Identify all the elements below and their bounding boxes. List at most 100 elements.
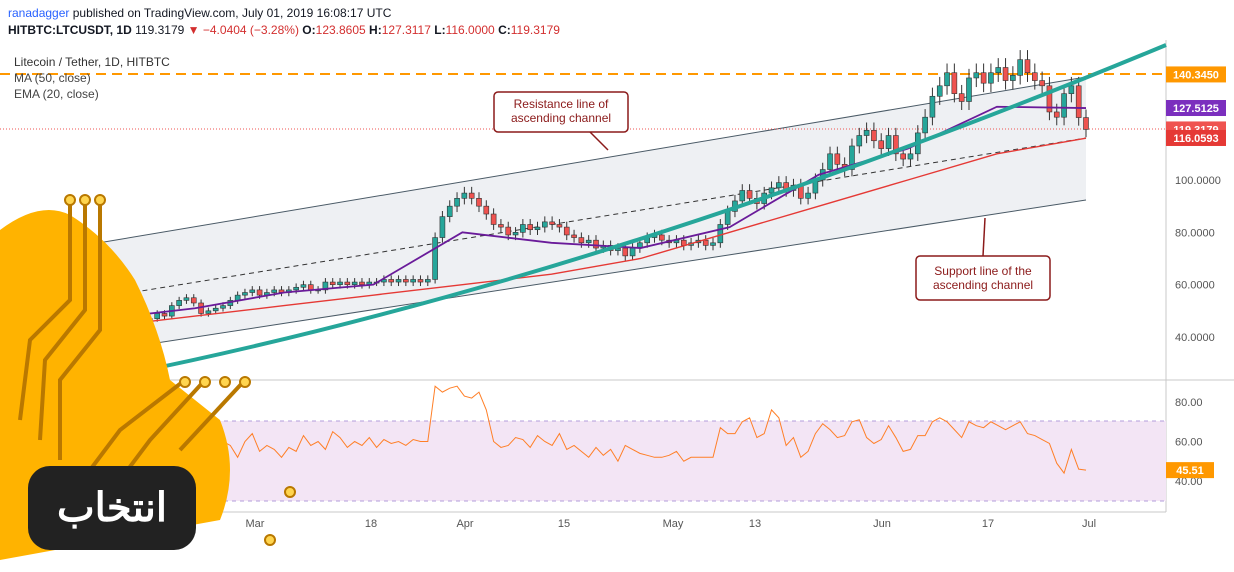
support-annotation-line2: ascending channel bbox=[933, 278, 1033, 292]
candle bbox=[1083, 117, 1089, 130]
candle bbox=[995, 67, 1002, 74]
candle bbox=[1032, 72, 1038, 81]
legend-ema: EMA (20, close) bbox=[14, 87, 99, 101]
candle bbox=[183, 297, 190, 301]
candle bbox=[1053, 111, 1060, 118]
x-tick-label: Jul bbox=[1082, 518, 1096, 530]
candle bbox=[710, 242, 716, 246]
candle bbox=[856, 135, 863, 147]
candle bbox=[410, 279, 416, 283]
candle bbox=[827, 153, 833, 170]
candle bbox=[549, 221, 555, 225]
logo-text: انتخاب bbox=[57, 486, 167, 530]
candle bbox=[563, 226, 570, 236]
candle bbox=[702, 239, 709, 246]
candle bbox=[936, 85, 943, 97]
candle bbox=[739, 190, 746, 202]
candle bbox=[1061, 93, 1067, 118]
candle bbox=[476, 198, 482, 207]
candle bbox=[220, 305, 226, 309]
x-tick-label: 15 bbox=[558, 518, 570, 530]
rsi-badge-label: 45.51 bbox=[1176, 465, 1204, 477]
candle bbox=[1039, 80, 1045, 87]
candle bbox=[424, 279, 431, 283]
candle bbox=[359, 281, 365, 285]
candle bbox=[542, 221, 548, 228]
x-tick-label: 17 bbox=[982, 518, 994, 530]
candle bbox=[351, 281, 358, 285]
x-tick-label: May bbox=[663, 518, 684, 530]
candle bbox=[337, 281, 343, 285]
legend-ma: MA (50, close) bbox=[14, 71, 91, 85]
candle bbox=[871, 129, 877, 142]
support-annotation-line1: Support line of the bbox=[934, 264, 1032, 278]
support-annotation: Support line of the ascending channel bbox=[915, 217, 1051, 301]
candle bbox=[293, 286, 299, 291]
y-tick-label: 40.0000 bbox=[1175, 332, 1215, 344]
candle bbox=[307, 284, 314, 291]
candle bbox=[863, 129, 870, 136]
y-tick-label: 60.0000 bbox=[1175, 280, 1215, 292]
candle bbox=[242, 292, 248, 296]
candle bbox=[988, 72, 994, 84]
candle bbox=[958, 93, 965, 102]
candle bbox=[300, 284, 307, 288]
candle bbox=[490, 213, 497, 225]
candle bbox=[593, 239, 599, 249]
candle bbox=[454, 198, 460, 207]
candle bbox=[1017, 59, 1023, 76]
candle bbox=[439, 216, 446, 238]
candle bbox=[1075, 85, 1082, 118]
candle bbox=[446, 205, 453, 217]
candle bbox=[746, 190, 753, 199]
candle bbox=[388, 279, 395, 283]
candle bbox=[966, 77, 972, 102]
candle bbox=[483, 205, 490, 215]
candle bbox=[249, 289, 256, 293]
candle bbox=[980, 72, 987, 84]
candle bbox=[534, 226, 541, 231]
candle bbox=[571, 234, 577, 238]
candle bbox=[885, 135, 892, 149]
resistance-annotation-line2: ascending channel bbox=[511, 111, 611, 125]
candle bbox=[212, 307, 219, 312]
candle bbox=[344, 281, 351, 285]
candle bbox=[900, 153, 906, 160]
logo: انتخاب bbox=[28, 466, 196, 550]
legend-title: Litecoin / Tether, 1D, HITBTC bbox=[14, 55, 170, 69]
x-tick-label: 13 bbox=[749, 518, 761, 530]
candle bbox=[724, 211, 731, 225]
candle bbox=[512, 232, 519, 236]
y-tick-label: 100.0000 bbox=[1175, 175, 1221, 187]
x-tick-label: Apr bbox=[456, 518, 473, 530]
resistance-annotation-line1: Resistance line of bbox=[514, 97, 609, 111]
candle bbox=[834, 153, 841, 165]
candle bbox=[432, 237, 438, 280]
candle bbox=[176, 300, 182, 306]
candle bbox=[271, 289, 278, 293]
candle bbox=[776, 182, 782, 189]
candle bbox=[951, 72, 958, 94]
x-tick-label: 18 bbox=[365, 518, 377, 530]
candle bbox=[505, 226, 512, 236]
candle bbox=[527, 224, 533, 231]
candle bbox=[717, 224, 724, 244]
candle bbox=[461, 192, 468, 199]
candle bbox=[1002, 67, 1009, 81]
candle bbox=[768, 187, 775, 194]
candle bbox=[520, 224, 526, 233]
candle bbox=[578, 237, 585, 244]
candle bbox=[190, 297, 197, 304]
candle bbox=[468, 192, 475, 199]
candle bbox=[395, 279, 402, 283]
candle bbox=[417, 279, 424, 283]
candle bbox=[556, 224, 563, 228]
price-badge-label: 116.0593 bbox=[1173, 133, 1218, 145]
candle bbox=[498, 224, 504, 228]
y-tick-label: 80.0000 bbox=[1175, 227, 1215, 239]
price-badges: 140.3450127.5125119.3179116.059345.51 bbox=[1166, 66, 1226, 479]
candle bbox=[944, 72, 950, 87]
candle bbox=[256, 289, 263, 296]
candle bbox=[878, 140, 885, 149]
candle bbox=[1010, 75, 1016, 81]
